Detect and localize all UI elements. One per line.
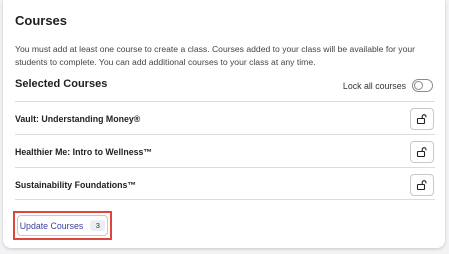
course-name: Vault: Understanding Money® (15, 113, 141, 124)
course-row: Sustainability Foundations™ (15, 167, 435, 201)
toggle-knob (414, 81, 423, 90)
page-title: Courses (15, 13, 68, 28)
unlock-icon (416, 179, 427, 190)
course-row: Vault: Understanding Money® (15, 101, 435, 135)
page-description: You must add at least one course to crea… (15, 44, 415, 67)
selected-courses-heading: Selected Courses (15, 78, 108, 90)
course-name: Healthier Me: Intro to Wellness™ (15, 146, 153, 157)
course-count-badge: 3 (90, 220, 106, 231)
unlock-icon (416, 113, 427, 124)
lock-all-control: Lock all courses (343, 79, 433, 92)
lock-all-toggle[interactable] (412, 79, 433, 92)
lock-course-button[interactable] (410, 140, 434, 163)
update-courses-label: Update Courses (19, 220, 84, 231)
unlock-icon (416, 146, 427, 157)
update-courses-button[interactable]: Update Courses 3 (17, 215, 108, 236)
courses-card: Courses You must add at least one course… (3, 0, 445, 248)
lock-course-button[interactable] (410, 107, 434, 130)
course-name: Sustainability Foundations™ (15, 179, 137, 190)
lock-course-button[interactable] (410, 173, 434, 196)
lock-all-label: Lock all courses (342, 80, 406, 91)
divider (15, 199, 435, 200)
course-row: Healthier Me: Intro to Wellness™ (15, 134, 435, 168)
